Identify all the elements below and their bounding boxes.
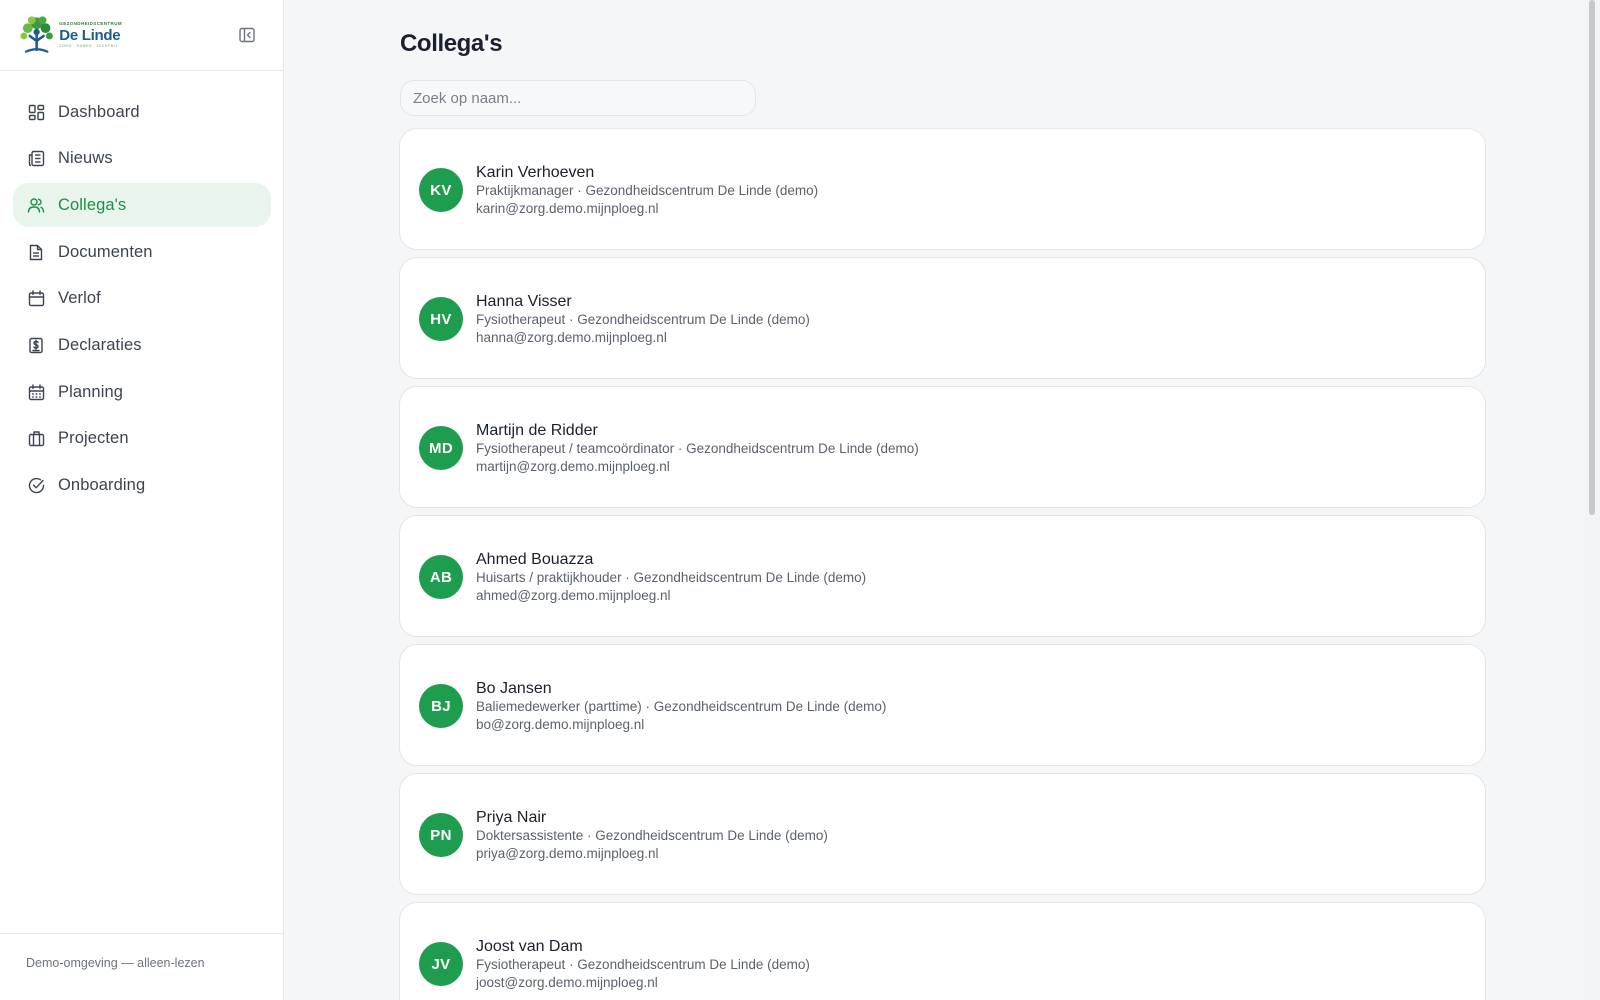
sidebar-item-verlof[interactable]: Verlof [13,277,271,321]
document-icon [27,243,45,261]
sidebar-item-collegas[interactable]: Collega's [13,183,271,228]
sidebar-collapse-icon [239,27,255,43]
page-title: Collega's [400,30,503,57]
colleague-card[interactable]: MD Martijn de Ridder Fysiotherapeut / te… [399,386,1486,508]
sidebar-item-projecten[interactable]: Projecten [13,417,271,461]
colleague-name: Bo Jansen [476,680,552,697]
main-content: Collega's KV Karin Verhoeven Praktijkman… [285,0,1585,1000]
sidebar-item-label: Onboarding [58,476,146,494]
news-icon [27,150,45,168]
colleague-card[interactable]: JV Joost van Dam Fysiotherapeut · Gezond… [399,902,1486,1000]
colleague-name: Joost van Dam [476,938,583,955]
colleague-email: karin@zorg.demo.mijnploeg.nl [476,201,659,216]
colleague-list: KV Karin Verhoeven Praktijkmanager · Gez… [399,128,1486,1000]
sidebar-item-onboarding[interactable]: Onboarding [13,464,271,508]
sidebar: GEZONDHEIDSCENTRUM De Linde ZORG · SAMEN… [0,0,284,1000]
sidebar-item-label: Declaraties [58,335,142,354]
colleague-email: priya@zorg.demo.mijnploeg.nl [476,846,659,861]
avatar: AB [419,555,463,599]
sidebar-item-label: Verlof [58,289,101,308]
sidebar-item-label: Planning [58,382,124,401]
sidebar-item-label: Nieuws [58,149,113,168]
colleague-card[interactable]: PN Priya Nair Doktersassistente · Gezond… [399,773,1486,895]
colleague-email: bo@zorg.demo.mijnploeg.nl [476,717,645,732]
sidebar-item-nieuws[interactable]: Nieuws [13,137,271,181]
receipt-icon [27,336,45,354]
sidebar-item-documenten[interactable]: Documenten [13,230,271,274]
avatar: PN [419,813,463,857]
dashboard-icon [27,103,45,121]
colleague-email: joost@zorg.demo.mijnploeg.nl [476,975,658,990]
logo-subtitle: GEZONDHEIDSCENTRUM [59,21,122,26]
planning-icon [27,383,45,401]
colleague-card[interactable]: HV Hanna Visser Fysiotherapeut · Gezondh… [399,257,1486,379]
sidebar-item-label: Dashboard [58,102,140,121]
avatar: HV [419,297,463,341]
colleague-name: Hanna Visser [476,293,572,310]
scrollbar-thumb[interactable] [1589,0,1595,515]
colleague-role: Doktersassistente · Gezondheidscentrum D… [476,828,828,843]
colleague-role: Baliemedewerker (parttime) · Gezondheids… [476,699,887,714]
calendar-icon [27,290,45,308]
sidebar-footer: Demo-omgeving — alleen-lezen [0,933,284,1000]
sidebar-item-planning[interactable]: Planning [13,370,271,414]
scrollbar[interactable] [1585,0,1600,1000]
demo-notice: Demo-omgeving — alleen-lezen [26,956,205,970]
sidebar-item-declaraties[interactable]: Declaraties [13,323,271,367]
search-input[interactable] [400,80,756,116]
sidebar-item-label: Projecten [58,429,129,448]
tree-logo-icon [20,16,53,53]
colleague-card[interactable]: BJ Bo Jansen Baliemedewerker (parttime) … [399,644,1486,766]
avatar: JV [419,942,463,986]
sidebar-collapse-button[interactable] [238,26,256,44]
colleague-role: Praktijkmanager · Gezondheidscentrum De … [476,183,819,198]
colleague-email: ahmed@zorg.demo.mijnploeg.nl [476,588,671,603]
colleague-role: Fysiotherapeut · Gezondheidscentrum De L… [476,957,810,972]
sidebar-item-label: Documenten [58,242,153,261]
sidebar-nav: Dashboard Nieuws Collega's Documenten Ve… [13,90,271,510]
briefcase-icon [27,430,45,448]
sidebar-item-dashboard[interactable]: Dashboard [13,90,271,134]
colleague-role: Fysiotherapeut · Gezondheidscentrum De L… [476,312,810,327]
avatar: MD [419,426,463,470]
users-icon [27,196,45,214]
avatar: KV [419,168,463,212]
sidebar-item-label: Collega's [58,195,127,214]
colleague-card[interactable]: AB Ahmed Bouazza Huisarts / praktijkhoud… [399,515,1486,637]
logo-tagline: ZORG · SAMEN · DICHTBIJ [59,43,118,48]
colleague-name: Martijn de Ridder [476,422,598,439]
colleague-email: martijn@zorg.demo.mijnploeg.nl [476,459,670,474]
logo[interactable]: GEZONDHEIDSCENTRUM De Linde ZORG · SAMEN… [18,13,122,57]
avatar: BJ [419,684,463,728]
sidebar-header: GEZONDHEIDSCENTRUM De Linde ZORG · SAMEN… [0,0,283,71]
colleague-card[interactable]: KV Karin Verhoeven Praktijkmanager · Gez… [399,128,1486,250]
colleague-email: hanna@zorg.demo.mijnploeg.nl [476,330,667,345]
logo-name: De Linde [59,26,121,44]
colleague-name: Priya Nair [476,809,547,826]
colleague-name: Ahmed Bouazza [476,551,594,568]
colleague-role: Fysiotherapeut / teamcoördinator · Gezon… [476,441,919,456]
colleague-name: Karin Verhoeven [476,164,595,181]
colleague-role: Huisarts / praktijkhouder · Gezondheidsc… [476,570,867,585]
check-circle-icon [27,477,45,495]
